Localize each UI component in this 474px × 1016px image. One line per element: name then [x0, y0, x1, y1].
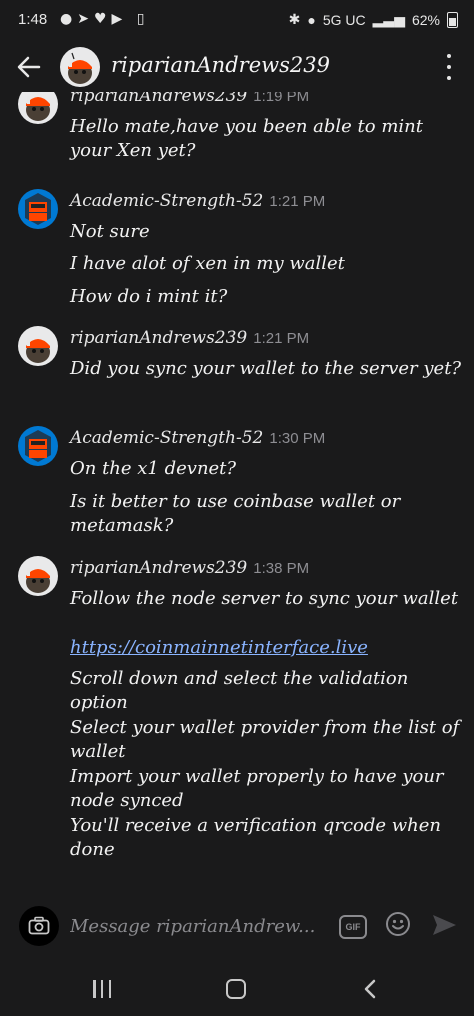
- recent-apps-icon[interactable]: [93, 980, 111, 998]
- message-text: Select your wallet provider from the lis…: [70, 717, 460, 762]
- bluetooth-icon: ✱: [288, 11, 301, 27]
- message-text: Not sure: [70, 221, 150, 242]
- message-text: Is it better to use coinbase wallet or m…: [70, 491, 401, 536]
- snoo-avatar-icon[interactable]: [18, 92, 58, 124]
- message-author[interactable]: riparianAndrews239 1:19 PM: [70, 92, 309, 106]
- more-options-icon[interactable]: [444, 54, 454, 80]
- message-link[interactable]: https://coinmainnetinterface.live: [70, 636, 465, 660]
- message-time: 1:38 PM: [253, 560, 310, 577]
- message-time: 1:21 PM: [253, 330, 310, 347]
- message-text: Did you sync your wallet to the server y…: [70, 358, 462, 379]
- message-input[interactable]: [70, 912, 330, 940]
- message-time: 1:21 PM: [269, 193, 326, 210]
- status-bar: 1:48 ●➤♥▶ ▯ ✱ ● 5G UC ▂▃▅ 62%: [0, 0, 474, 44]
- robot-avatar-icon[interactable]: [18, 426, 58, 466]
- emoji-icon[interactable]: [385, 911, 411, 937]
- signal-icon: ▂▃▅: [372, 11, 405, 27]
- notification-icons: ●➤♥▶ ▯: [60, 11, 150, 27]
- message-author[interactable]: riparianAndrews239 1:38 PM: [70, 558, 309, 578]
- message-time: 1:30 PM: [269, 430, 326, 447]
- status-time: 1:48: [18, 11, 48, 28]
- message-time: 1:19 PM: [253, 92, 310, 105]
- status-right: ✱ ● 5G UC ▂▃▅ 62%: [289, 11, 458, 28]
- battery-label: 62%: [411, 11, 440, 28]
- message-text: Follow the node server to sync your wall…: [70, 588, 459, 609]
- snoo-avatar-icon[interactable]: [18, 326, 58, 366]
- chat-header: riparianAndrews239: [0, 44, 474, 92]
- gif-button[interactable]: GIF: [339, 915, 367, 939]
- send-icon[interactable]: [430, 911, 458, 939]
- header-avatar[interactable]: [60, 47, 100, 87]
- message-text: You'll receive a verification qrcode whe…: [70, 815, 442, 860]
- snoo-avatar-icon[interactable]: [18, 556, 58, 596]
- message-text: Import your wallet properly to have your…: [70, 766, 444, 811]
- message-author[interactable]: Academic-Strength-52 1:30 PM: [70, 428, 325, 448]
- message-list[interactable]: riparianAndrews239 1:19 PM Hello mate,hav…: [0, 92, 474, 882]
- message-composer: GIF: [0, 896, 474, 958]
- snoo-avatar-icon: [68, 52, 92, 84]
- home-icon[interactable]: [226, 979, 246, 999]
- message-text: On the x1 devnet?: [70, 458, 237, 479]
- camera-button[interactable]: [19, 906, 59, 946]
- camera-icon: [28, 916, 50, 935]
- back-arrow-icon[interactable]: [14, 52, 44, 82]
- system-nav-bar: [0, 958, 474, 1016]
- message-author[interactable]: riparianAndrews239 1:21 PM: [70, 328, 309, 348]
- battery-icon: [447, 11, 458, 28]
- network-label: 5G UC: [322, 11, 366, 28]
- chat-title: riparianAndrews239: [111, 53, 330, 77]
- robot-avatar-icon[interactable]: [18, 189, 58, 229]
- gif-icon: GIF: [345, 922, 361, 932]
- message-author[interactable]: Academic-Strength-52 1:21 PM: [70, 191, 325, 211]
- message-text: How do i mint it?: [70, 286, 228, 307]
- message-text: Scroll down and select the validation op…: [70, 668, 409, 713]
- message-text: I have alot of xen in my wallet: [70, 253, 345, 274]
- message-text: Hello mate,have you been able to mint yo…: [70, 116, 423, 161]
- nav-back-icon[interactable]: [360, 978, 380, 1000]
- location-icon: ●: [307, 11, 316, 28]
